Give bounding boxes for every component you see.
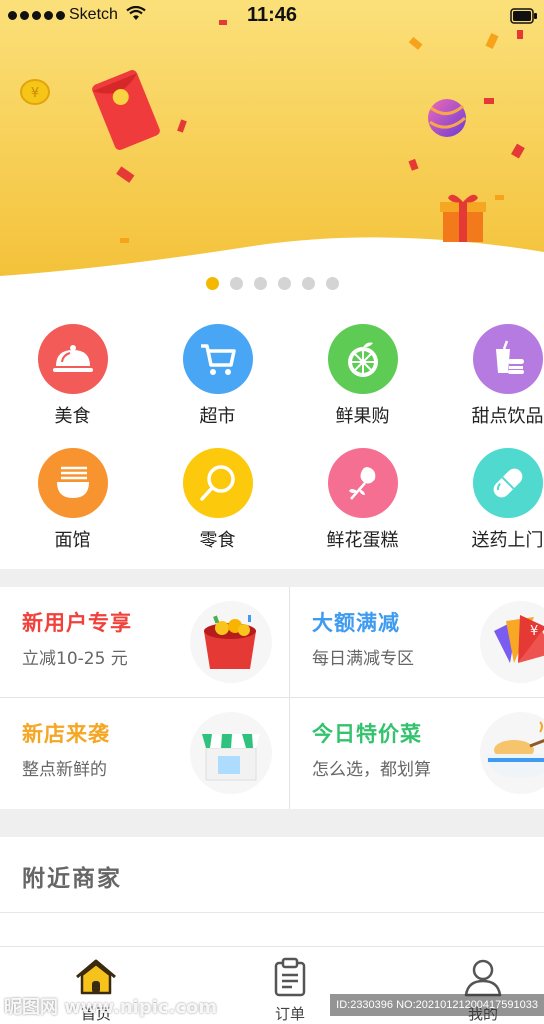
- flower-icon: [327, 448, 398, 518]
- pagination-dot[interactable]: [325, 277, 339, 290]
- pagination-dot[interactable]: [229, 277, 243, 290]
- status-bar: Sketch 11:46: [0, 0, 544, 32]
- watermark: 昵图网 www.nipic.com ID:2330396 NO:20210121…: [0, 990, 544, 1024]
- promo-daily-special[interactable]: 今日特价菜 怎么选，都划算: [290, 698, 544, 809]
- category-dessert-drinks[interactable]: 甜点饮品: [435, 324, 544, 428]
- promo-title: 新店来袭: [22, 722, 110, 746]
- promo-new-user[interactable]: 新用户专享 立减10-25 元: [0, 587, 272, 698]
- promo-subtitle: 每日满减专区: [312, 649, 414, 669]
- coupon-fan-icon: ¥: [480, 601, 544, 683]
- category-label: 零食: [199, 530, 236, 551]
- promo-big-discount[interactable]: 大额满减 每日满减专区 ¥: [290, 587, 544, 698]
- category-label: 鲜果购: [335, 406, 390, 427]
- promo-subtitle: 整点新鲜的: [22, 760, 107, 780]
- promo-subtitle: 怎么选，都划算: [312, 760, 431, 780]
- svg-text:¥: ¥: [530, 624, 538, 639]
- category-label: 甜点饮品: [471, 406, 544, 427]
- pagination-dot[interactable]: [301, 277, 315, 290]
- category-noodles[interactable]: 面馆: [0, 448, 145, 552]
- divider: [289, 587, 290, 809]
- pagination-dot[interactable]: [253, 277, 267, 290]
- status-time: 11:46: [246, 4, 298, 26]
- promo-title: 今日特价菜: [312, 722, 422, 746]
- section-gap: [0, 569, 544, 587]
- divider: [0, 912, 544, 913]
- category-supermarket[interactable]: 超市: [145, 324, 290, 428]
- promo-banner[interactable]: ¥: [0, 0, 544, 300]
- section-gap: [0, 809, 544, 837]
- promo-new-store[interactable]: 新店来袭 整点新鲜的: [0, 698, 272, 809]
- promo-grid: 新用户专享 立减10-25 元 大额满减 每日满减专区 ¥ 新店来袭 整点新鲜的…: [0, 587, 544, 809]
- storefront-icon: [190, 712, 272, 794]
- coin-icon: ¥: [20, 79, 50, 105]
- banner-pagination: [0, 277, 544, 290]
- section-title: 附近商家: [22, 866, 122, 892]
- category-label: 超市: [199, 406, 236, 427]
- red-envelope-icon: [190, 601, 272, 683]
- promo-title: 大额满减: [312, 611, 400, 635]
- svg-text:¥: ¥: [31, 86, 39, 101]
- watermark-id: ID:2330396 NO:20210121200417591033: [330, 994, 544, 1016]
- banner-illustration: ¥: [0, 0, 544, 276]
- shopping-cart-icon: [182, 324, 253, 394]
- dessert-drink-icon: [472, 324, 543, 394]
- category-flowers-cake[interactable]: 鲜花蛋糕: [290, 448, 435, 552]
- noodle-bowl-icon: [37, 448, 108, 518]
- ball-icon: [428, 99, 466, 137]
- category-food[interactable]: 美食: [0, 324, 145, 428]
- battery-icon: [510, 8, 537, 24]
- lollipop-icon: [182, 448, 253, 518]
- category-snacks[interactable]: 零食: [145, 448, 290, 552]
- pagination-dot[interactable]: [277, 277, 291, 290]
- category-fruit[interactable]: 鲜果购: [290, 324, 435, 428]
- watermark-text: 昵图网 www.nipic.com: [4, 997, 218, 1018]
- fruit-icon: [327, 324, 398, 394]
- divider: [0, 697, 544, 698]
- pill-icon: [472, 448, 543, 518]
- promo-subtitle: 立减10-25 元: [22, 649, 128, 669]
- app-screen: ¥ Sketch 11:46 美食 超市 鲜果购 甜点饮品 面馆 零食 鲜花蛋糕…: [0, 0, 544, 1024]
- pagination-dot[interactable]: [205, 277, 219, 290]
- food-cloche-icon: [37, 324, 108, 394]
- category-medicine[interactable]: 送药上门: [435, 448, 544, 552]
- nearby-section: 附近商家: [0, 837, 544, 913]
- category-label: 送药上门: [471, 530, 544, 551]
- promo-title: 新用户专享: [22, 611, 132, 635]
- category-label: 美食: [54, 406, 91, 427]
- category-label: 面馆: [54, 530, 91, 551]
- category-label: 鲜花蛋糕: [326, 530, 399, 551]
- dish-bowl-icon: [480, 712, 544, 794]
